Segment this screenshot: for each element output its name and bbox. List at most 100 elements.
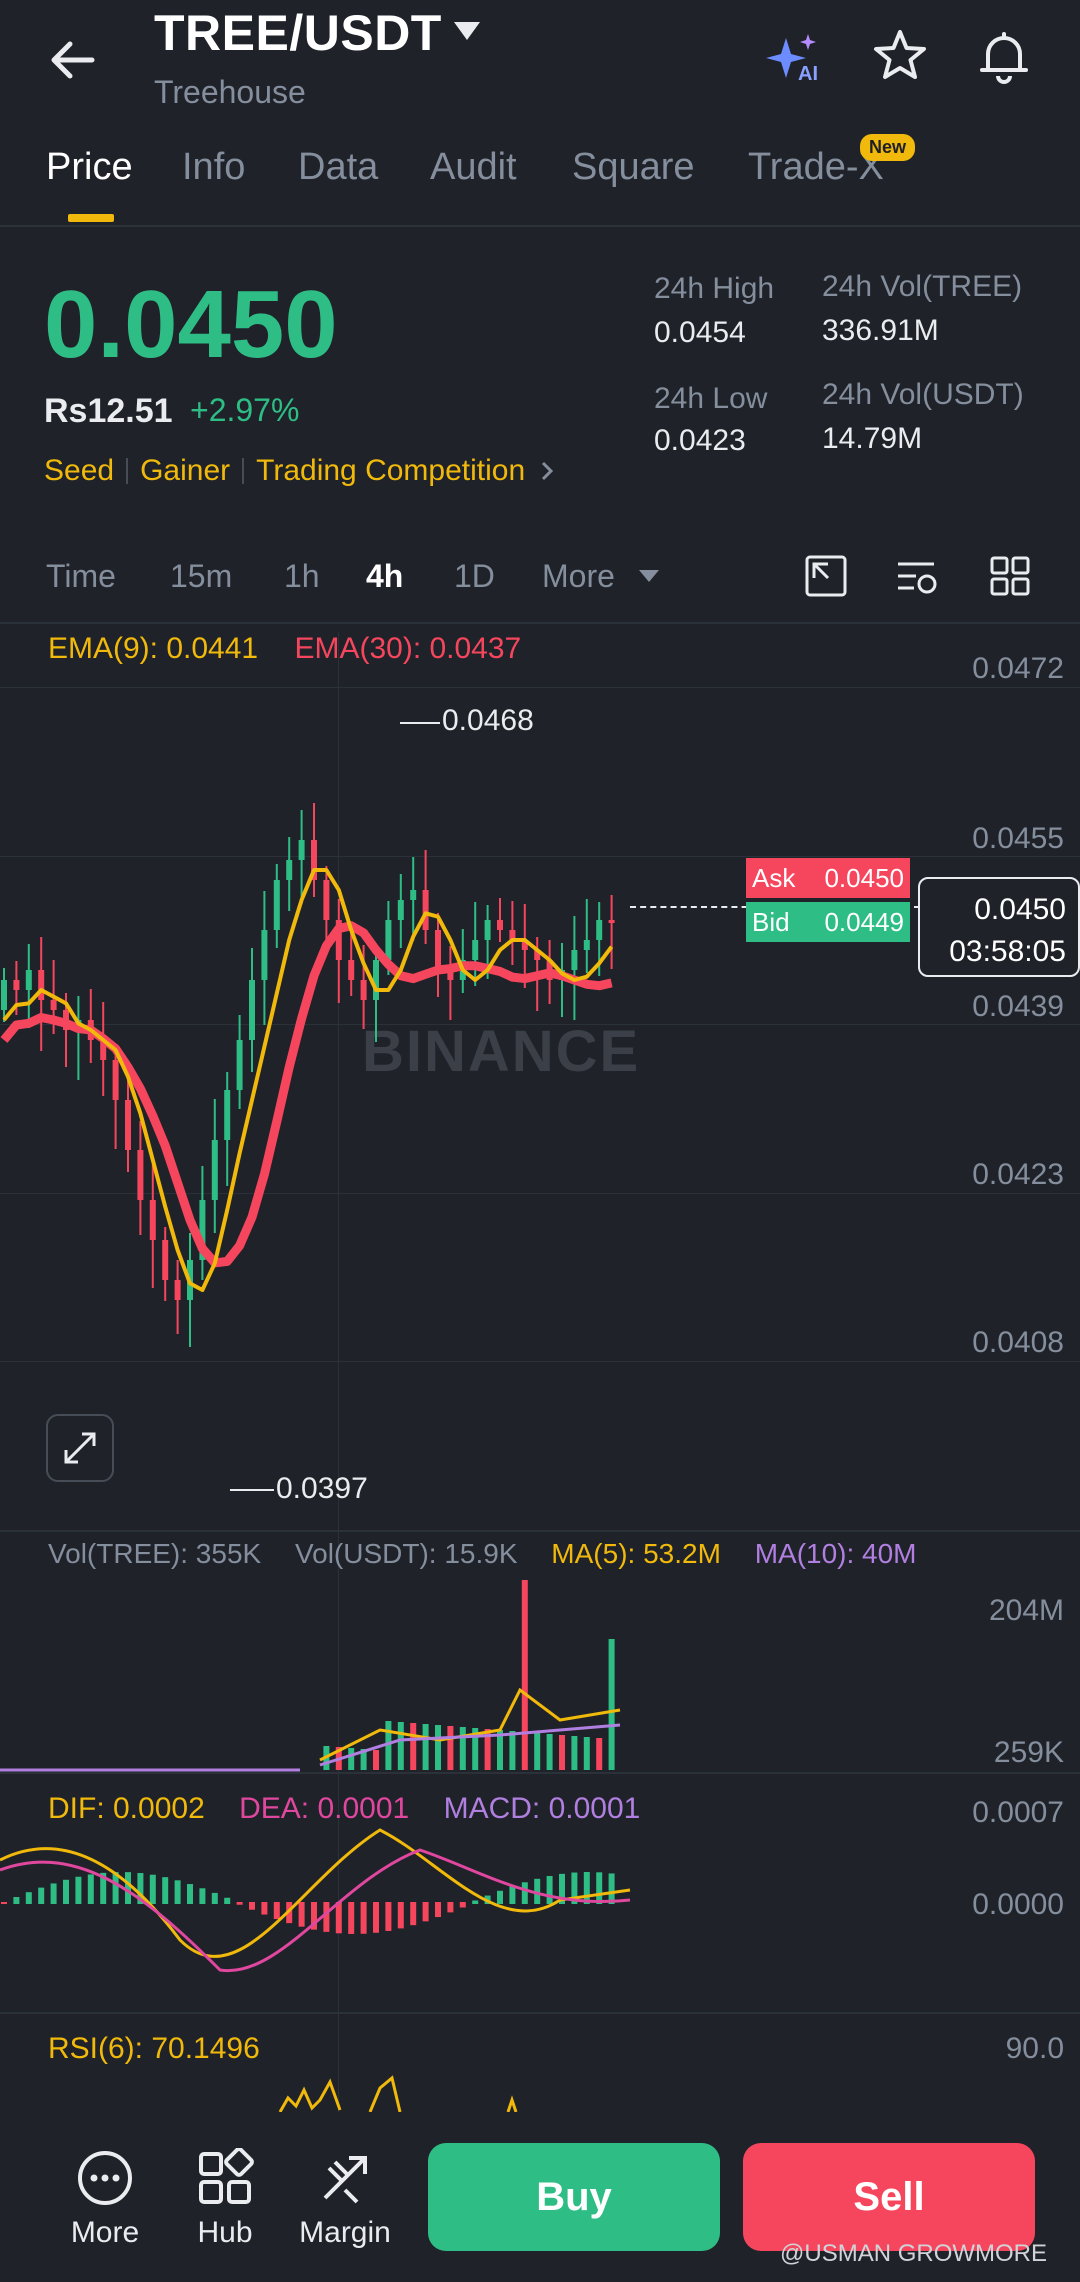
more-dots-icon <box>78 2151 132 2205</box>
candle-body <box>224 1090 231 1140</box>
vol-usdt-label: Vol(USDT): 15.9K <box>294 1538 518 1569</box>
timeframe-1h[interactable]: 1h <box>284 558 320 595</box>
candle-body <box>38 970 45 1000</box>
macd-histogram-bar <box>63 1879 69 1904</box>
tag-row[interactable]: Seed Gainer Trading Competition <box>44 454 557 488</box>
macd-histogram-bar <box>249 1902 255 1910</box>
ema30-line <box>0 921 613 1268</box>
volume-axis-top: 204M <box>988 1594 1064 1627</box>
chevron-right-icon[interactable] <box>537 458 557 484</box>
macd-histogram-bar <box>521 1882 528 1904</box>
macd-histogram-bar <box>162 1877 169 1904</box>
timeframe-1d[interactable]: 1D <box>454 558 495 595</box>
layout-grid-icon[interactable] <box>988 554 1032 598</box>
candle-body <box>261 930 268 980</box>
expand-icon <box>64 1432 96 1464</box>
candle-body <box>112 1060 119 1100</box>
tab-info[interactable]: Info <box>182 146 245 189</box>
tab-price[interactable]: Price <box>46 146 133 189</box>
tab-data[interactable]: Data <box>298 146 378 189</box>
macd-histogram-bar <box>149 1874 156 1904</box>
caret-down-icon[interactable] <box>452 20 482 42</box>
buy-button[interactable]: Buy <box>428 2143 720 2251</box>
fullscreen-button[interactable] <box>46 1414 114 1482</box>
candle-body <box>211 1140 218 1200</box>
volume-bar <box>521 1580 528 1770</box>
tab-audit[interactable]: Audit <box>430 146 517 189</box>
volume-bar <box>546 1734 553 1770</box>
candle-body <box>174 1280 181 1300</box>
tag-trading-competition[interactable]: Trading Competition <box>256 454 525 488</box>
candle-body <box>273 880 280 930</box>
macd-histogram-bar <box>261 1902 268 1915</box>
candle-body <box>13 980 20 990</box>
volume-bar <box>397 1722 404 1770</box>
caret-down-icon[interactable] <box>638 568 660 584</box>
high-marker-line <box>400 722 440 724</box>
candle-body <box>571 950 578 970</box>
price-axis-tick: 0.0455 <box>972 822 1064 855</box>
timeframe-time[interactable]: Time <box>46 558 116 595</box>
macd-histogram-bar <box>50 1883 57 1904</box>
macd-histogram-bar <box>87 1874 94 1904</box>
chart-compare-icon[interactable] <box>804 554 848 598</box>
macd-histogram-bar <box>298 1902 305 1927</box>
candle-body <box>385 920 392 960</box>
candle-body <box>583 940 590 950</box>
macd-histogram-bar <box>1 1902 7 1904</box>
volume-bar <box>422 1724 429 1770</box>
candle-body <box>472 940 479 960</box>
candle-body <box>373 960 379 1000</box>
low-marker-line <box>230 1489 274 1491</box>
candle-body <box>298 840 305 860</box>
macd-chart <box>0 1828 631 1973</box>
macd-histogram-bar <box>360 1902 367 1934</box>
sell-button[interactable]: Sell <box>743 2143 1035 2251</box>
back-arrow-icon[interactable] <box>44 30 104 90</box>
macd-histogram-bar <box>211 1892 218 1904</box>
bid-label: Bid <box>752 906 790 937</box>
pair-subtitle: Treehouse <box>154 74 306 110</box>
nav-hub[interactable]: Hub <box>170 2148 280 2250</box>
timeframe-4h[interactable]: 4h <box>366 558 403 595</box>
toolbar-divider <box>0 622 1080 624</box>
macd-histogram-bar <box>583 1872 590 1904</box>
timeframe-15m[interactable]: 15m <box>170 558 232 595</box>
high-marker-label: 0.0468 <box>442 704 534 737</box>
macd-histogram-bar <box>422 1902 429 1922</box>
ai-sparkle-icon[interactable]: AI <box>764 30 824 84</box>
volume-bar <box>373 1750 379 1770</box>
indicator-settings-icon[interactable] <box>894 554 938 598</box>
volume-bar <box>559 1735 565 1770</box>
macd-histogram-bar <box>397 1902 404 1929</box>
candle-body <box>137 1150 144 1200</box>
star-icon[interactable] <box>872 28 928 84</box>
macd-histogram-bar <box>13 1897 20 1904</box>
bid-box: Bid 0.0449 <box>746 902 910 942</box>
timeframe-more[interactable]: More <box>542 558 615 595</box>
candlestick-chart[interactable] <box>0 680 660 1520</box>
macd-histogram-bar <box>174 1880 181 1904</box>
bell-icon[interactable] <box>974 26 1034 86</box>
ask-box: Ask 0.0450 <box>746 858 910 898</box>
macd-histogram-bar <box>236 1902 243 1905</box>
stat-vol-usdt-label: 24h Vol(USDT) <box>822 378 1024 411</box>
tag-gainer[interactable]: Gainer <box>140 454 230 488</box>
pair-title[interactable]: TREE/USDT <box>154 4 442 62</box>
nav-more[interactable]: More <box>50 2148 160 2250</box>
volume-bar <box>435 1725 441 1770</box>
nav-margin[interactable]: Margin <box>290 2148 400 2250</box>
tab-square[interactable]: Square <box>572 146 695 189</box>
tag-seed[interactable]: Seed <box>44 454 114 488</box>
nav-more-label: More <box>70 2216 140 2249</box>
margin-arrows-icon <box>323 2156 367 2204</box>
macd-histogram-bar <box>348 1902 355 1934</box>
volume-bar <box>534 1733 541 1770</box>
price-axis-tick: 0.0423 <box>972 1158 1064 1191</box>
macd-histogram-bar <box>472 1900 479 1904</box>
volume-bar <box>410 1723 417 1770</box>
stat-low-label: 24h Low <box>654 382 768 415</box>
macd-histogram-bar <box>25 1892 32 1904</box>
candle-body <box>323 880 330 920</box>
price-axis-tick: 0.0439 <box>972 990 1064 1023</box>
